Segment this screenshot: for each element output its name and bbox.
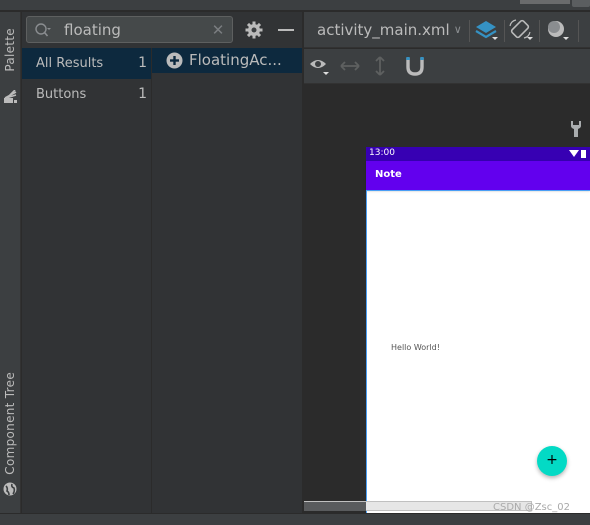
floating-action-button[interactable]: + [537, 446, 567, 476]
component-tree-tab-label: Component Tree [3, 372, 17, 475]
orientation-icon[interactable] [508, 18, 534, 42]
category-name: Buttons [36, 87, 86, 102]
android-studio-layout-editor: Palette Component Tree ✕ [0, 0, 590, 525]
add-circle-icon [166, 52, 183, 69]
theme-icon[interactable] [544, 18, 570, 42]
design-surface-area: activity_main.xml ∨ [304, 12, 590, 513]
category-name: All Results [36, 56, 103, 71]
vertical-resize-icon[interactable] [367, 54, 393, 78]
top-title-fragment [520, 0, 570, 4]
view-toolbar [304, 49, 590, 84]
palette-tab-label: Palette [3, 28, 17, 72]
palette-tool-tab[interactable]: Palette [0, 28, 21, 108]
category-all-results[interactable]: All Results 1 [22, 48, 151, 79]
palette-panel: ✕ All Results 1 Button [22, 12, 302, 513]
horizontal-resize-icon[interactable] [337, 54, 363, 78]
component-tree-tool-tab[interactable]: Component Tree [0, 372, 21, 512]
result-name: FloatingAc... [189, 51, 282, 69]
device-preview[interactable]: 13:00 Note Hello World! + [366, 147, 590, 513]
minimize-icon [278, 29, 294, 31]
palette-icon [3, 90, 18, 104]
palette-category-list: All Results 1 Buttons 1 [22, 48, 151, 513]
watermark: CSDN @Zsc_02 [493, 502, 570, 513]
app-title: Note [375, 169, 402, 180]
toolbar-separator [504, 20, 505, 42]
result-floating-action-button[interactable]: FloatingAc... [152, 48, 302, 73]
wifi-battery-icon [568, 149, 588, 159]
design-canvas[interactable]: 13:00 Note Hello World! + CSDN @Zsc_02 [304, 84, 590, 513]
hello-text-view[interactable]: Hello World! [391, 343, 440, 352]
category-count: 1 [138, 55, 147, 71]
chevron-down-icon: ∨ [454, 23, 462, 36]
palette-search-box[interactable]: ✕ [26, 16, 233, 43]
design-toolbar: activity_main.xml ∨ [304, 12, 590, 48]
gear-icon[interactable] [244, 20, 264, 40]
toolbar-separator [578, 20, 579, 42]
search-icon[interactable] [34, 22, 52, 38]
toolbar-separator [539, 20, 540, 42]
left-tool-strip: Palette Component Tree [0, 12, 21, 513]
palette-results-list: FloatingAc... [152, 48, 302, 513]
bottom-status-bar [0, 513, 590, 525]
layout-file-selector[interactable]: activity_main.xml ∨ [317, 21, 462, 39]
wrench-icon[interactable] [569, 120, 583, 138]
palette-search-input[interactable] [64, 20, 204, 40]
status-time: 13:00 [369, 148, 395, 158]
content-area[interactable]: Hello World! + [366, 190, 590, 513]
top-window-strip [0, 0, 590, 11]
layout-file-name: activity_main.xml [317, 21, 450, 39]
horizontal-scrollbar-thumb[interactable] [304, 502, 366, 511]
magnet-icon[interactable] [402, 54, 428, 78]
category-count: 1 [138, 86, 147, 102]
eye-icon[interactable] [308, 54, 334, 78]
clear-search-icon[interactable]: ✕ [210, 21, 226, 39]
app-bar: Note [366, 161, 590, 190]
globe-icon [3, 482, 17, 496]
device-status-bar: 13:00 [366, 147, 590, 161]
top-button-fragment[interactable] [572, 0, 590, 7]
toolbar-separator [469, 20, 470, 42]
category-buttons[interactable]: Buttons 1 [22, 79, 151, 110]
layers-icon[interactable] [473, 18, 499, 42]
